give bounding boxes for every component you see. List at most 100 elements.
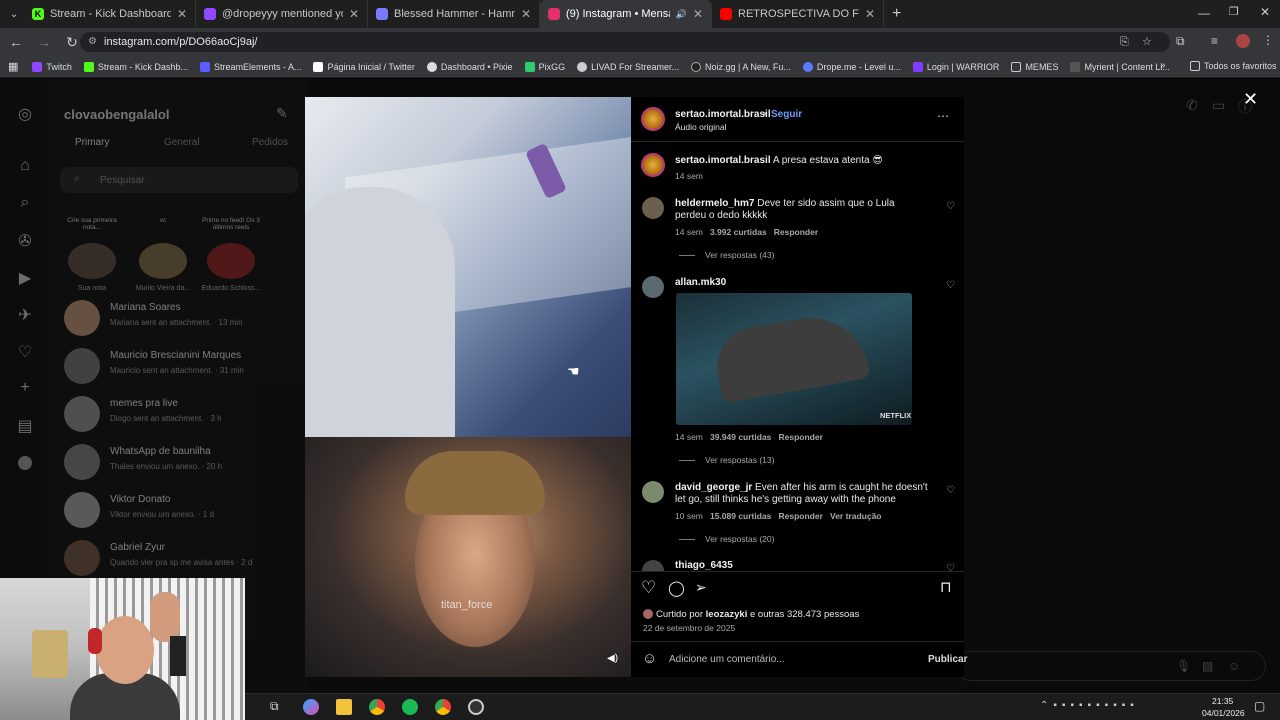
dm-thread[interactable]: Gabriel Zyur Quando vier pra sp me avisa … (64, 536, 304, 580)
tab-primary[interactable]: Primary (75, 137, 109, 148)
minimize-button[interactable]: — (1198, 6, 1210, 20)
share-icon[interactable]: ➢ (695, 579, 707, 596)
dm-thread[interactable]: Mauricio Brescianini Marques Mauricio sen… (64, 344, 304, 388)
author-avatar[interactable] (641, 153, 665, 177)
address-bar[interactable]: ⚙ instagram.com/p/DO66aoCj9aj/ ⎘ ☆ (80, 32, 1170, 52)
dm-thread[interactable]: memes pra live Diogo sent an attachment. … (64, 392, 304, 436)
reels-icon[interactable]: ▶ (16, 268, 34, 287)
note[interactable]: Prime no feed! Os 3 últimos reels Eduard… (198, 217, 264, 292)
create-icon[interactable]: + (16, 379, 34, 397)
chrome-active-icon[interactable] (435, 699, 451, 715)
install-icon[interactable]: ⎘ (1120, 32, 1129, 52)
bookmark[interactable]: Stream - Kick Dashb... (83, 61, 188, 72)
close-icon[interactable]: ✕ (177, 7, 187, 21)
clock-time[interactable]: 21:35 (1212, 696, 1233, 706)
close-icon[interactable]: ✕ (865, 7, 875, 21)
mute-icon[interactable]: 🔊 (676, 9, 687, 20)
forward-arrow-icon[interactable]: → (32, 30, 56, 54)
author-avatar[interactable] (641, 107, 665, 131)
tab-hammerkun[interactable]: Blessed Hammer - Hammerkun✕ (368, 0, 540, 28)
profile-avatar[interactable] (1236, 34, 1250, 48)
commenter-avatar[interactable] (642, 197, 664, 219)
author-username[interactable]: sertao.imortal.brasil (675, 109, 771, 120)
compose-icon[interactable]: ✎ (276, 105, 288, 122)
tab-kick[interactable]: K Stream - Kick Dashboard ✕ (24, 0, 196, 28)
profile-icon[interactable] (18, 456, 32, 470)
media-icon[interactable]: ≡ (1211, 34, 1218, 48)
bookmark[interactable]: Myrient | Content Li... (1070, 61, 1170, 72)
menu-icon[interactable]: ⋮ (1262, 33, 1274, 47)
tab-twitch[interactable]: @dropeyyy mentioned you ✕ (196, 0, 368, 28)
note[interactable]: Crie sua primeira nota... Sua nota (66, 217, 118, 292)
bookmark[interactable]: StreamElements - A... (199, 61, 301, 72)
reply-button[interactable]: Responder (779, 432, 823, 442)
commenter-avatar[interactable] (642, 560, 664, 571)
copilot-icon[interactable] (303, 699, 319, 715)
bookmark[interactable]: Twitch (32, 61, 72, 72)
explore-icon[interactable]: ✇ (16, 231, 34, 250)
bookmark[interactable]: Dashboard • Pixie (426, 61, 513, 72)
more-options-icon[interactable]: ⋯ (937, 109, 949, 123)
comment-icon[interactable]: ◯ (668, 579, 685, 597)
dashboard-icon[interactable]: ▤ (16, 416, 34, 435)
commenter-avatar[interactable] (642, 276, 664, 298)
clock-date[interactable]: 04/01/2026 (1202, 708, 1245, 718)
commenter-avatar[interactable] (642, 481, 664, 503)
more-bookmarks-icon[interactable]: » (1160, 60, 1166, 71)
like-icon[interactable]: ♡ (641, 578, 656, 598)
tab-youtube[interactable]: RETROSPECTIVA DO FUTEBOL✕ (712, 0, 884, 28)
bookmark-folder[interactable]: MEMES (1011, 61, 1058, 72)
chrome-icon[interactable] (369, 699, 385, 715)
search-input[interactable]: ⌕ Pesquisar (60, 167, 298, 193)
tab-search-icon[interactable]: ⌄ (4, 2, 24, 26)
emoji-icon[interactable]: ☺ (642, 650, 657, 667)
apps-icon[interactable]: ▦ (8, 60, 18, 73)
like-comment-icon[interactable]: ♡ (946, 201, 955, 212)
tab-general[interactable]: General (164, 137, 200, 148)
site-info-icon[interactable]: ⚙ (88, 32, 97, 52)
new-tab-button[interactable]: + (892, 5, 901, 23)
save-icon[interactable]: ⊓ (940, 578, 952, 596)
spotify-icon[interactable] (402, 699, 418, 715)
notifications-icon[interactable]: ♡ (16, 342, 34, 361)
messages-icon[interactable]: ✈ (16, 305, 34, 324)
close-modal-icon[interactable]: ✕ (1243, 89, 1258, 110)
restore-button[interactable]: ❐ (1229, 5, 1239, 18)
bookmark[interactable]: Página Inicial / Twitter (313, 61, 415, 72)
task-view-icon[interactable]: ⧉ (270, 699, 279, 714)
volume-icon[interactable]: ◀) (607, 653, 618, 664)
home-icon[interactable]: ⌂ (16, 157, 34, 175)
dm-thread[interactable]: Mariana Soares Mariana sent an attachment… (64, 296, 304, 340)
note[interactable]: vc Murilo Vieira da... (130, 217, 196, 292)
view-replies-button[interactable]: Ver respostas (13) (679, 455, 774, 465)
obs-icon[interactable] (468, 699, 484, 715)
notifications-icon[interactable]: ▢ (1254, 699, 1265, 713)
dm-thread[interactable]: Viktor Donato Viktor enviou um anexo. · 1… (64, 488, 304, 532)
search-icon[interactable]: ⌕ (16, 194, 34, 212)
dm-username[interactable]: clovaobengalalol (64, 107, 169, 122)
close-icon[interactable]: ✕ (521, 7, 531, 21)
post-video[interactable]: ☚ titan_force ◀) (305, 97, 631, 677)
extensions-icon[interactable]: ⧉ (1176, 34, 1185, 49)
close-icon[interactable]: ✕ (349, 7, 359, 21)
all-bookmarks-folder[interactable]: Todos os favoritos (1190, 61, 1277, 71)
view-replies-button[interactable]: Ver respostas (20) (679, 534, 774, 544)
close-window-button[interactable]: ✕ (1260, 5, 1270, 19)
audio-label[interactable]: Áudio original (675, 122, 727, 132)
comment-input[interactable]: Adicione um comentário... (669, 654, 785, 665)
commenter-username[interactable]: thiago_6435 (675, 560, 733, 571)
reply-button[interactable]: Responder (779, 511, 823, 521)
comment-gif[interactable]: NETFLIX (676, 293, 912, 425)
tab-requests[interactable]: Pedidos (252, 137, 288, 148)
tray-icons[interactable]: ⌃▪▪▪▪▪▪▪▪▪▪ (1040, 700, 1139, 711)
like-comment-icon[interactable]: ♡ (946, 485, 955, 496)
tab-instagram[interactable]: (9) Instagram • Mensagens🔊✕ (540, 0, 712, 28)
commenter-username[interactable]: allan.mk30 (675, 277, 726, 288)
follow-button[interactable]: Seguir (771, 109, 802, 120)
like-comment-icon[interactable]: ♡ (946, 563, 955, 571)
bookmark[interactable]: Noiz.gg | A New, Fu... (690, 61, 791, 72)
reply-button[interactable]: Responder (774, 227, 818, 237)
dm-thread[interactable]: WhatsApp de baunilha Thales enviou um ane… (64, 440, 304, 484)
like-comment-icon[interactable]: ♡ (946, 280, 955, 291)
bookmark[interactable]: Drope.me - Level u... (802, 61, 901, 72)
